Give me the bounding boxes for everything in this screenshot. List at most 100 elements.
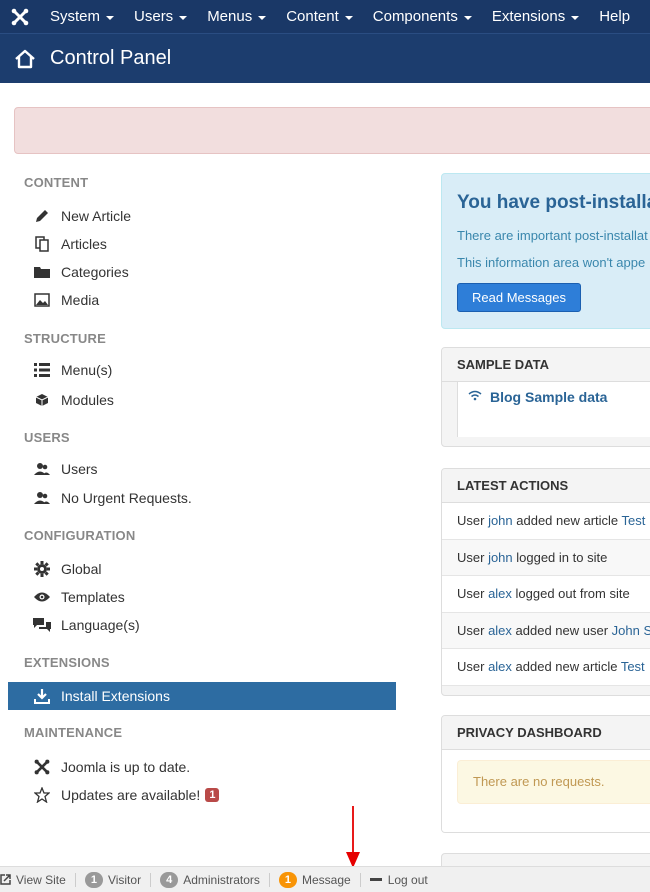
page-header: Control Panel bbox=[0, 33, 650, 83]
sidebar-item-install-extensions[interactable]: Install Extensions bbox=[8, 682, 396, 710]
post-install-title: You have post-installa bbox=[457, 192, 650, 213]
latest-actions-title: LATEST ACTIONS bbox=[442, 469, 650, 503]
caret-down-icon bbox=[258, 15, 267, 20]
users-icon bbox=[33, 461, 51, 477]
action-text: User bbox=[457, 549, 489, 565]
post-install-line1: There are important post-installat bbox=[457, 228, 648, 243]
action-text: added new article bbox=[511, 659, 621, 674]
users-icon bbox=[33, 490, 51, 506]
sidebar-item-languages[interactable]: Language(s) bbox=[33, 614, 140, 636]
caret-down-icon bbox=[463, 15, 472, 20]
section-heading-maintenance: MAINTENANCE bbox=[24, 725, 123, 740]
list-icon bbox=[33, 362, 51, 378]
latest-actions-list: User john added new article Test User joh… bbox=[442, 503, 650, 686]
table-row: User alex logged out from site bbox=[442, 576, 650, 613]
administrators-indicator[interactable]: 4 Administrators bbox=[151, 871, 270, 888]
cube-icon bbox=[33, 392, 51, 408]
sidebar-item-menus[interactable]: Menu(s) bbox=[33, 359, 112, 381]
eye-icon bbox=[33, 589, 51, 605]
section-heading-configuration: CONFIGURATION bbox=[24, 528, 136, 543]
error-alert bbox=[14, 107, 650, 154]
minus-icon bbox=[369, 878, 382, 881]
section-heading-extensions: EXTENSIONS bbox=[24, 655, 110, 670]
blog-sample-data-link[interactable]: Blog Sample data bbox=[468, 389, 650, 405]
table-row: User john added new article Test bbox=[442, 503, 650, 540]
sample-data-title: SAMPLE DATA bbox=[442, 348, 650, 382]
privacy-no-requests: There are no requests. bbox=[457, 760, 650, 804]
action-text: added new article bbox=[512, 513, 622, 528]
table-row: User john logged in to site bbox=[442, 539, 650, 576]
annotation-arrow-icon bbox=[346, 806, 360, 868]
menu-menus[interactable]: Menus bbox=[197, 0, 276, 33]
action-user-link[interactable]: john bbox=[488, 513, 513, 528]
table-row: User alex added new user John S bbox=[442, 612, 650, 649]
copy-icon bbox=[33, 236, 51, 252]
action-text: User bbox=[457, 586, 489, 601]
post-install-alert: You have post-installa There are importa… bbox=[441, 173, 650, 329]
visitor-count-badge: 1 bbox=[84, 871, 103, 888]
action-text: added new user bbox=[511, 622, 612, 638]
action-text: User bbox=[457, 659, 489, 674]
privacy-dashboard-module: PRIVACY DASHBOARD There are no requests. bbox=[441, 715, 650, 833]
menu-components[interactable]: Components bbox=[363, 0, 482, 33]
action-target-link[interactable]: Test bbox=[621, 659, 645, 674]
message-count-badge: 1 bbox=[278, 871, 297, 888]
action-text: User bbox=[457, 622, 489, 638]
joomla-icon bbox=[33, 759, 51, 775]
admin-count-badge: 4 bbox=[160, 871, 179, 888]
home-icon bbox=[0, 49, 50, 69]
action-user-link[interactable]: alex bbox=[488, 586, 512, 601]
action-user-link[interactable]: alex bbox=[488, 623, 512, 638]
top-navbar: System Users Menus Content Components Ex… bbox=[0, 0, 650, 33]
sidebar-item-modules[interactable]: Modules bbox=[33, 389, 114, 411]
menu-help[interactable]: Help bbox=[589, 0, 640, 33]
caret-down-icon bbox=[571, 15, 580, 20]
menu-extensions[interactable]: Extensions bbox=[482, 0, 589, 33]
caret-down-icon bbox=[179, 15, 188, 20]
visitors-indicator[interactable]: 1 Visitor bbox=[76, 871, 152, 888]
page-title: Control Panel bbox=[50, 47, 172, 69]
status-bar: View Site 1 Visitor 4 Administrators 1 M… bbox=[0, 866, 650, 892]
folder-icon bbox=[33, 264, 51, 280]
messages-indicator[interactable]: 1 Message bbox=[270, 871, 361, 888]
download-icon bbox=[33, 688, 51, 704]
sidebar-item-new-article[interactable]: New Article bbox=[33, 205, 131, 227]
action-target-link[interactable]: Test bbox=[622, 513, 646, 528]
sidebar-item-users[interactable]: Users bbox=[33, 458, 98, 480]
sidebar-item-media[interactable]: Media bbox=[33, 289, 99, 311]
logout-link[interactable]: Log out bbox=[361, 873, 437, 887]
menu-content[interactable]: Content bbox=[276, 0, 363, 33]
section-heading-structure: STRUCTURE bbox=[24, 331, 106, 346]
updates-count-badge: 1 bbox=[205, 788, 220, 802]
latest-actions-module: LATEST ACTIONS User john added new artic… bbox=[441, 468, 650, 696]
sidebar-item-joomla-uptodate[interactable]: Joomla is up to date. bbox=[33, 756, 190, 778]
menu-users[interactable]: Users bbox=[124, 0, 197, 33]
joomla-logo-icon[interactable] bbox=[0, 0, 40, 33]
menu-system[interactable]: System bbox=[40, 0, 124, 33]
post-install-line2: This information area won't appe bbox=[457, 255, 646, 270]
cog-icon bbox=[33, 561, 51, 577]
action-user-link[interactable]: john bbox=[488, 550, 513, 565]
wifi-icon bbox=[468, 389, 482, 405]
pencil-icon bbox=[33, 208, 51, 224]
sidebar-item-templates[interactable]: Templates bbox=[33, 586, 125, 608]
table-row: User alex added new article Test bbox=[442, 649, 650, 686]
section-heading-users: USERS bbox=[24, 430, 70, 445]
view-site-link[interactable]: View Site bbox=[0, 872, 76, 887]
read-messages-button[interactable]: Read Messages bbox=[457, 283, 581, 312]
privacy-dashboard-title: PRIVACY DASHBOARD bbox=[442, 716, 650, 750]
caret-down-icon bbox=[344, 15, 353, 20]
caret-down-icon bbox=[106, 15, 115, 20]
sample-data-module: SAMPLE DATA Blog Sample data bbox=[441, 347, 650, 447]
sidebar-item-requests[interactable]: No Urgent Requests. bbox=[33, 487, 192, 509]
section-heading-content: CONTENT bbox=[24, 175, 89, 190]
image-icon bbox=[33, 292, 51, 308]
sidebar-item-updates[interactable]: Updates are available! 1 bbox=[33, 784, 220, 806]
sidebar-item-articles[interactable]: Articles bbox=[33, 233, 107, 255]
sidebar-item-global[interactable]: Global bbox=[33, 558, 101, 580]
action-user-link[interactable]: alex bbox=[488, 659, 512, 674]
sidebar-item-categories[interactable]: Categories bbox=[33, 261, 129, 283]
action-target-link[interactable]: John S bbox=[612, 623, 650, 638]
comments-icon bbox=[33, 617, 51, 633]
external-link-icon bbox=[0, 874, 11, 885]
